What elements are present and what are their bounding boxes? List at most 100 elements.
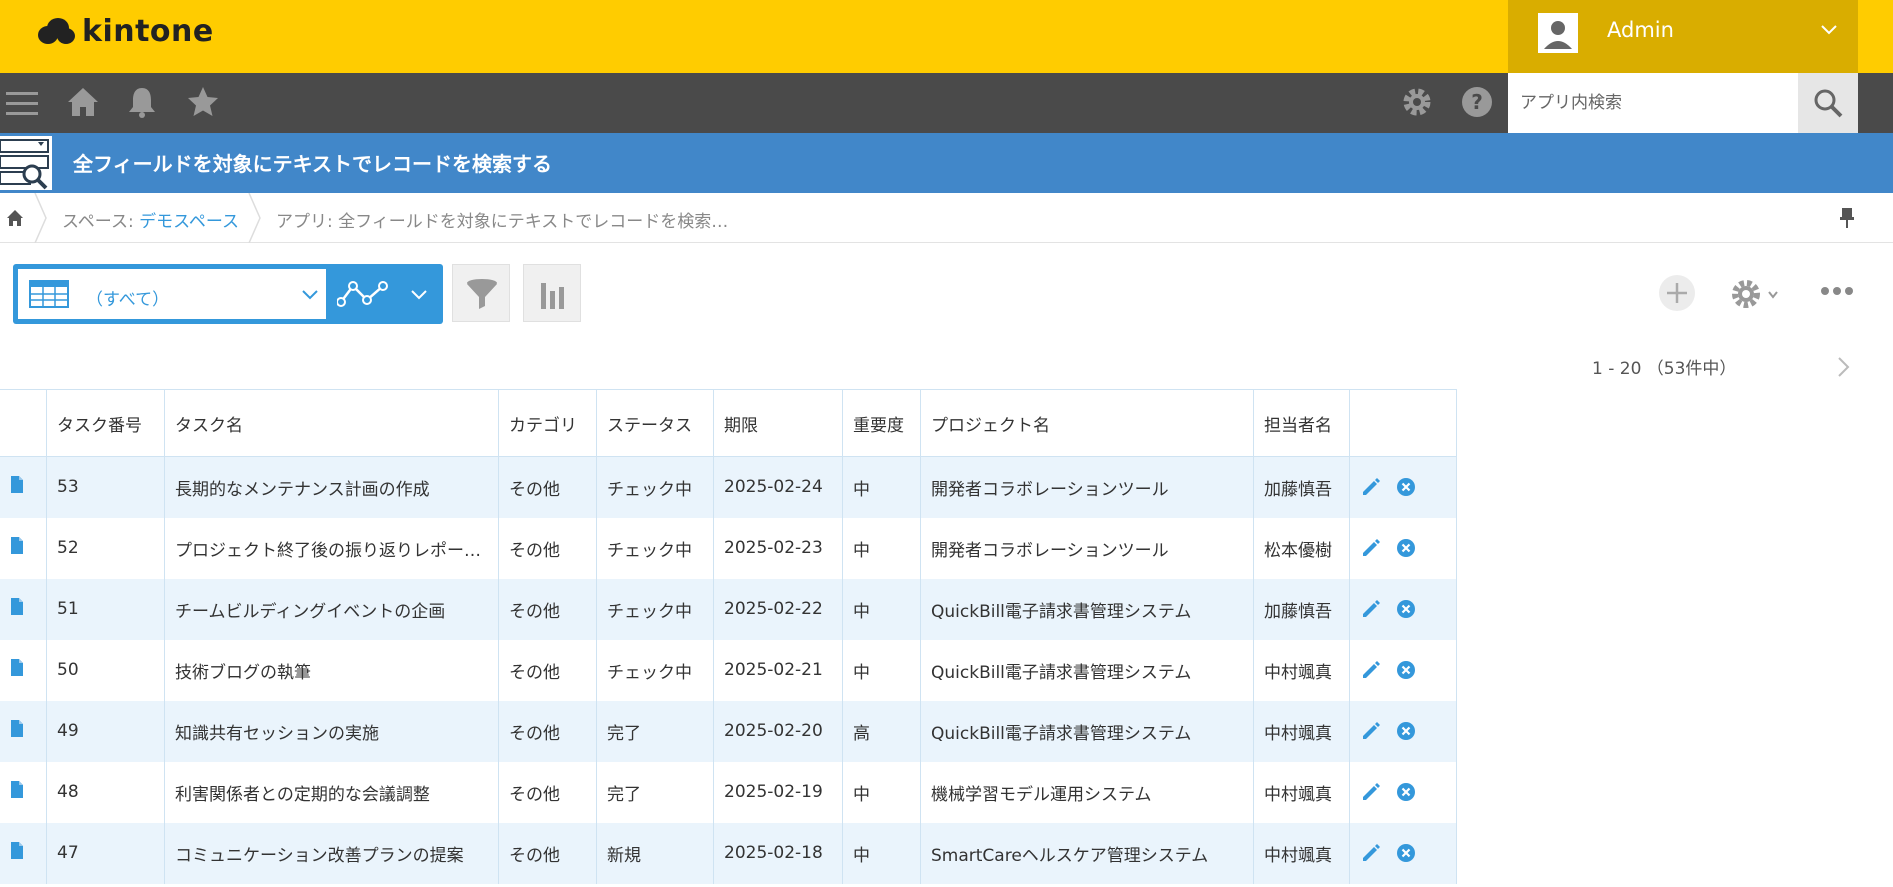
record-detail-icon[interactable] xyxy=(10,841,24,860)
delete-icon[interactable] xyxy=(1396,538,1416,558)
table-cell: 機械学習モデル運用システム xyxy=(920,761,1254,823)
record-detail-icon[interactable] xyxy=(10,475,24,494)
home-icon[interactable] xyxy=(66,85,100,119)
record-detail-cell[interactable] xyxy=(0,639,47,701)
column-header[interactable]: プロジェクト名 xyxy=(920,389,1254,457)
record-detail-cell[interactable] xyxy=(0,700,47,762)
table-cell: その他 xyxy=(498,578,597,640)
record-detail-icon[interactable] xyxy=(10,719,24,738)
table-cell: 新規 xyxy=(596,822,714,884)
row-actions xyxy=(1349,700,1457,762)
record-detail-cell[interactable] xyxy=(0,578,47,640)
edit-pencil-icon[interactable] xyxy=(1360,476,1382,498)
add-record-button[interactable] xyxy=(1658,274,1696,312)
search-button[interactable] xyxy=(1798,73,1858,133)
table-cell: チェック中 xyxy=(596,517,714,579)
table-cell: 2025-02-21 xyxy=(713,639,843,701)
top-header: kintone Admin xyxy=(0,0,1893,73)
table-row[interactable]: 49 知識共有セッションの実施 その他 完了 2025-02-20 高 QuickBill電… xyxy=(0,700,1457,762)
table-cell: 2025-02-22 xyxy=(713,578,843,640)
delete-icon[interactable] xyxy=(1396,477,1416,498)
app-search-input[interactable] xyxy=(1508,73,1798,133)
record-detail-cell[interactable] xyxy=(0,761,47,823)
bell-icon[interactable] xyxy=(126,85,158,119)
table-cell: チェック中 xyxy=(596,456,714,518)
record-detail-icon[interactable] xyxy=(10,780,24,799)
graph-dropdown[interactable] xyxy=(331,264,443,324)
table-cell: 完了 xyxy=(596,761,714,823)
app-settings-gear-icon[interactable] xyxy=(1730,278,1782,310)
column-header[interactable]: 担当者名 xyxy=(1253,389,1350,457)
breadcrumb-space-link[interactable]: デモスペース xyxy=(139,212,239,232)
column-header[interactable]: カテゴリ xyxy=(498,389,597,457)
record-detail-icon[interactable] xyxy=(10,597,24,616)
help-icon[interactable]: ? xyxy=(1460,85,1494,119)
table-row[interactable]: 50 技術ブログの執筆 その他 チェック中 2025-02-21 中 QuickBill電子… xyxy=(0,639,1457,701)
table-row[interactable]: 51 チームビルディングイベントの企画 その他 チェック中 2025-02-22 中 Qui… xyxy=(0,578,1457,640)
kintone-logo[interactable]: kintone xyxy=(36,14,214,49)
record-list-table: タスク番号 タスク名 カテゴリ ステータス 期限 重要度 プロジェクト名 担当者… xyxy=(0,389,1457,884)
table-cell: 49 xyxy=(46,700,165,762)
edit-pencil-icon[interactable] xyxy=(1360,720,1382,742)
table-cell: その他 xyxy=(498,517,597,579)
delete-icon[interactable] xyxy=(1396,660,1416,680)
pin-icon[interactable] xyxy=(1837,207,1857,229)
delete-icon[interactable] xyxy=(1396,599,1416,619)
edit-pencil-icon[interactable] xyxy=(1360,781,1382,803)
column-header[interactable]: ステータス xyxy=(596,389,714,457)
table-cell: 開発者コラボレーションツール xyxy=(920,456,1254,518)
chart-button[interactable] xyxy=(523,264,581,322)
column-header[interactable]: 期限 xyxy=(713,389,843,457)
settings-gear-icon[interactable] xyxy=(1400,85,1434,119)
table-cell: 技術ブログの執筆 xyxy=(164,639,499,701)
record-detail-icon[interactable] xyxy=(10,658,24,677)
filter-button[interactable] xyxy=(452,264,510,322)
delete-icon[interactable] xyxy=(1396,721,1416,741)
star-icon[interactable] xyxy=(186,85,220,119)
record-detail-cell[interactable] xyxy=(0,517,47,579)
table-cell: QuickBill電子請求書管理システム xyxy=(920,639,1254,701)
chevron-down-icon xyxy=(302,290,318,300)
table-cell: SmartCareヘルスケア管理システム xyxy=(920,822,1254,884)
edit-pencil-icon[interactable] xyxy=(1360,598,1382,620)
table-cell: 2025-02-20 xyxy=(713,700,843,762)
record-detail-icon[interactable] xyxy=(10,536,24,555)
record-detail-cell[interactable] xyxy=(0,456,47,518)
table-row[interactable]: 52 プロジェクト終了後の振り返りレポー… その他 チェック中 2025-02-23 中開… xyxy=(0,517,1457,579)
svg-text:?: ? xyxy=(1471,90,1483,114)
next-page-icon[interactable] xyxy=(1837,356,1851,378)
table-row[interactable]: 53 長期的なメンテナンス計画の作成 その他 チェック中 2025-02-24 中開発者コ… xyxy=(0,456,1457,518)
table-cell: 2025-02-18 xyxy=(713,822,843,884)
column-header[interactable]: 重要度 xyxy=(842,389,921,457)
record-detail-cell[interactable] xyxy=(0,822,47,884)
table-cell: チームビルディングイベントの企画 xyxy=(164,578,499,640)
table-row[interactable]: 47 コミュニケーション改善プランの提案 その他 新規 2025-02-18 中 Smart… xyxy=(0,822,1457,884)
edit-pencil-icon[interactable] xyxy=(1360,659,1382,681)
edit-pencil-icon[interactable] xyxy=(1360,842,1382,864)
pagination-count: 1 - 20 （53件中） xyxy=(1592,359,1737,379)
table-cell: 2025-02-19 xyxy=(713,761,843,823)
view-dropdown[interactable]: （すべて） xyxy=(18,269,326,319)
home-crumb-icon[interactable] xyxy=(6,209,24,227)
table-cell: 高 xyxy=(842,700,921,762)
table-cell: チェック中 xyxy=(596,578,714,640)
delete-icon[interactable] xyxy=(1396,782,1416,802)
breadcrumb: スペース: デモスペース アプリ: 全フィールドを対象にテキストでレコードを検索… xyxy=(0,193,1893,243)
edit-pencil-icon[interactable] xyxy=(1360,537,1382,559)
column-header[interactable]: タスク番号 xyxy=(46,389,165,457)
user-menu[interactable]: Admin xyxy=(1508,0,1858,73)
more-options-icon[interactable] xyxy=(1820,286,1854,296)
table-cell: 中村颯真 xyxy=(1253,822,1350,884)
delete-icon[interactable] xyxy=(1396,843,1416,863)
table-cell: QuickBill電子請求書管理システム xyxy=(920,578,1254,640)
menu-icon[interactable] xyxy=(6,87,38,119)
view-selector: （すべて） xyxy=(13,264,443,324)
bar-chart-icon xyxy=(541,283,564,309)
table-cell: 48 xyxy=(46,761,165,823)
app-search-list-icon xyxy=(0,136,52,190)
column-header[interactable]: タスク名 xyxy=(164,389,499,457)
header-icon-column xyxy=(0,389,47,457)
table-row[interactable]: 48 利害関係者との定期的な会議調整 その他 完了 2025-02-19 中機械学習モデル… xyxy=(0,761,1457,823)
breadcrumb-space[interactable]: スペース: デモスペース xyxy=(62,207,239,232)
table-cell: 中 xyxy=(842,517,921,579)
